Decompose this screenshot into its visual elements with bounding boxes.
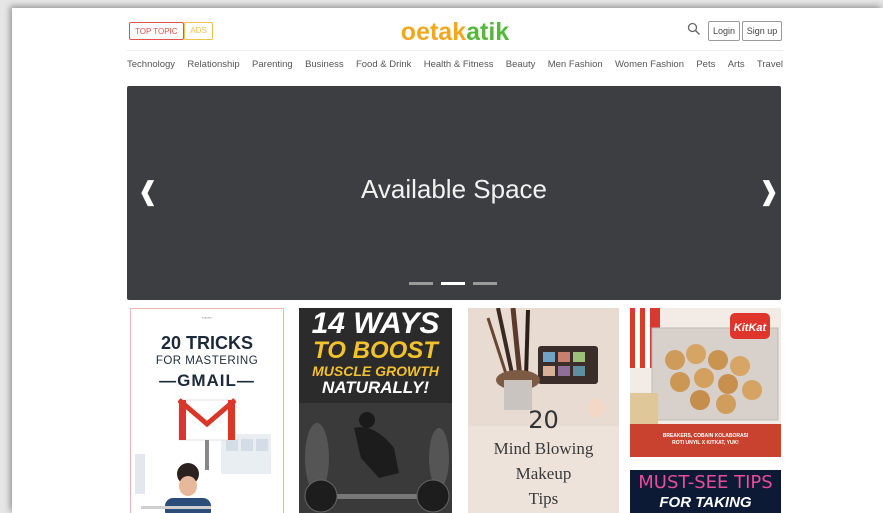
card-title-line-3: —GMAIL— (159, 371, 255, 390)
nav-item-travel[interactable]: Travel (757, 59, 783, 73)
header-divider (127, 50, 783, 51)
nav-item-parenting[interactable]: Parenting (252, 59, 293, 73)
card-title-line-2a: Mind Blowing (493, 439, 594, 458)
card-title-line-4: Tips (528, 489, 559, 508)
signup-button[interactable]: Sign up (742, 21, 782, 41)
logo-part-2: atik (466, 18, 510, 46)
card-title-line-2: TO BOOST (313, 337, 438, 364)
kitkat-logo: KitKat (734, 322, 768, 334)
gmail-illustration (131, 398, 283, 513)
logo-part-1: oetak (400, 18, 467, 46)
content-container: TOP TOPIC ADS oetakatik Login Sign up Te… (127, 8, 783, 513)
card-title-line-2: FOR MASTERING (155, 355, 259, 367)
card-title-line-1: 20 (528, 406, 559, 434)
slider-dot-3[interactable] (473, 282, 497, 285)
card-title-line-1: 20 TRICKS (160, 333, 254, 353)
card-caption-line-2: ROTI UNYIL X KITKAT, YUK! (672, 440, 739, 446)
category-nav: Technology Relationship Parenting Busine… (127, 59, 783, 73)
card-title-line-1: MUST-SEE TIPS (638, 472, 773, 493)
nav-item-women-fashion[interactable]: Women Fashion (615, 59, 684, 73)
card-title-line-3: Makeup (515, 464, 572, 483)
slider-dot-1[interactable] (409, 282, 433, 285)
card-title-line-2: FOR TAKING (659, 494, 752, 511)
slider-dot-2[interactable] (441, 282, 465, 285)
login-button[interactable]: Login (708, 21, 740, 41)
card-title-line-1: 14 WAYS (311, 308, 440, 340)
article-card-kitkat[interactable]: KitKat BREAKERS, COBAIN KOLABORASI ROTI … (630, 308, 781, 457)
nav-item-beauty[interactable]: Beauty (506, 59, 536, 73)
card-caption-line-1: BREAKERS, COBAIN KOLABORASI (662, 433, 749, 439)
nav-item-business[interactable]: Business (305, 59, 344, 73)
next-arrow-icon[interactable]: ❱ (758, 176, 780, 206)
article-card-tips[interactable]: MUST-SEE TIPS FOR TAKING (630, 470, 781, 513)
article-card-muscle[interactable]: 14 WAYS TO BOOST MUSCLE GROWTH NATURALLY… (299, 308, 452, 513)
nav-item-men-fashion[interactable]: Men Fashion (548, 59, 603, 73)
nav-item-pets[interactable]: Pets (696, 59, 715, 73)
nav-item-food-drink[interactable]: Food & Drink (356, 59, 411, 73)
article-card-gmail[interactable]: ▪▪▪▪▪▪▪ 20 TRICKS FOR MASTERING —GMAIL— (130, 308, 284, 513)
card-caption: BREAKERS, COBAIN KOLABORASI ROTI UNYIL X… (634, 433, 777, 447)
article-card-makeup[interactable]: 20 Mind Blowing Makeup Tips (468, 308, 619, 513)
search-icon[interactable] (687, 22, 701, 36)
hero-slider: ❰ Available Space ❱ (127, 86, 781, 300)
card-brand-mark: ▪▪▪▪▪▪▪ (202, 315, 212, 320)
card-title-line-3: MUSCLE GROWTH (312, 363, 439, 379)
nav-item-relationship[interactable]: Relationship (187, 59, 239, 73)
browser-page: TOP TOPIC ADS oetakatik Login Sign up Te… (12, 8, 883, 513)
site-logo[interactable]: oetakatik (127, 18, 783, 46)
nav-item-technology[interactable]: Technology (127, 59, 175, 73)
card-title-line-4: NATURALLY! (321, 378, 429, 397)
nav-item-arts[interactable]: Arts (728, 59, 745, 73)
slide-text: Available Space (361, 174, 547, 204)
nav-item-health-fitness[interactable]: Health & Fitness (424, 59, 494, 73)
card-title-line-2: Mind Blowing Makeup Tips (468, 436, 619, 511)
